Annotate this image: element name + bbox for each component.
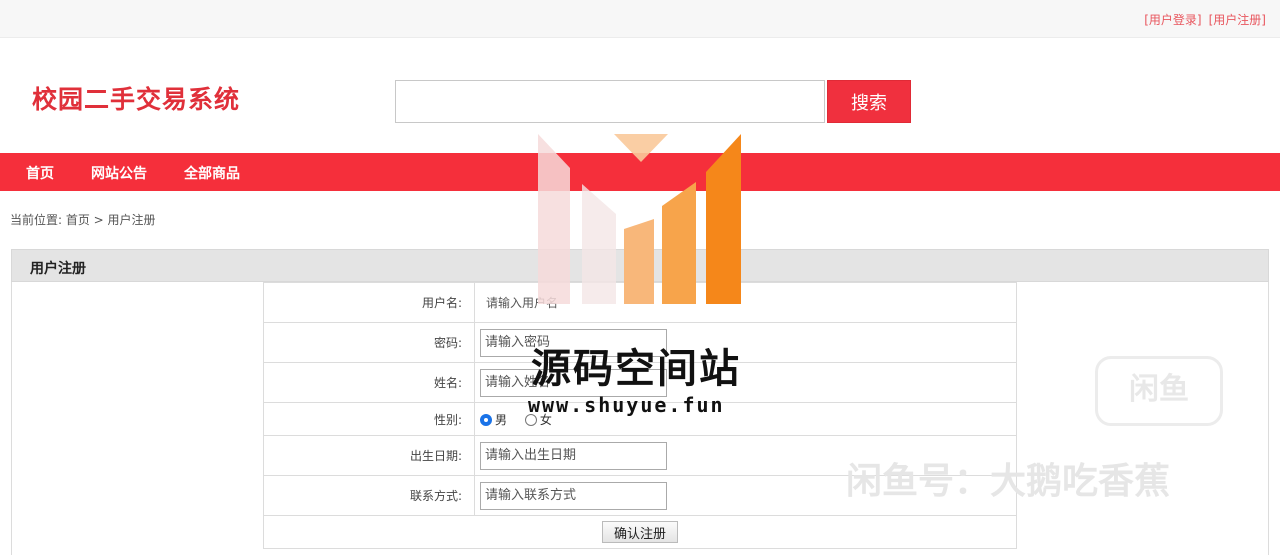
- top-bar: [用户登录] [用户注册]: [0, 0, 1280, 38]
- register-link[interactable]: [用户注册]: [1209, 13, 1266, 27]
- xianyu-watermark-text: 闲鱼号：大鹅吃香蕉: [846, 461, 1171, 502]
- birthday-field[interactable]: [480, 441, 667, 470]
- gender-male-label: 男: [495, 412, 508, 427]
- site-logo[interactable]: 校园二手交易系统: [32, 80, 240, 116]
- watermark-title: 源码空间站: [531, 346, 741, 392]
- gender-male-radio[interactable]: 男: [480, 411, 507, 428]
- form-row-submit: 确认注册: [263, 515, 1017, 549]
- password-label: 密码:: [263, 322, 475, 363]
- xianyu-logo-icon: 闲鱼: [1095, 356, 1223, 426]
- nav-home[interactable]: 首页: [26, 163, 54, 183]
- radio-checked-icon: [480, 413, 492, 426]
- breadcrumb: 当前位置: 首页 > 用户注册: [10, 213, 156, 227]
- watermark-logo-icon: [538, 134, 741, 304]
- nav-notice[interactable]: 网站公告: [91, 163, 147, 183]
- confirm-register-button[interactable]: 确认注册: [601, 521, 678, 543]
- nav-all-goods[interactable]: 全部商品: [184, 163, 240, 183]
- top-links: [用户登录] [用户注册]: [1137, 11, 1266, 28]
- gender-label: 性别:: [263, 402, 475, 436]
- username-label: 用户名:: [263, 282, 475, 323]
- panel-title: 用户注册: [30, 261, 86, 277]
- birthday-label: 出生日期:: [263, 435, 475, 476]
- search-input[interactable]: [395, 80, 825, 123]
- phone-label: 联系方式:: [263, 475, 475, 516]
- login-link[interactable]: [用户登录]: [1144, 13, 1201, 27]
- realname-label: 姓名:: [263, 362, 475, 403]
- phone-field[interactable]: [480, 481, 667, 510]
- search-button[interactable]: 搜索: [827, 80, 911, 123]
- watermark-url: www.shuyue.fun: [528, 393, 725, 417]
